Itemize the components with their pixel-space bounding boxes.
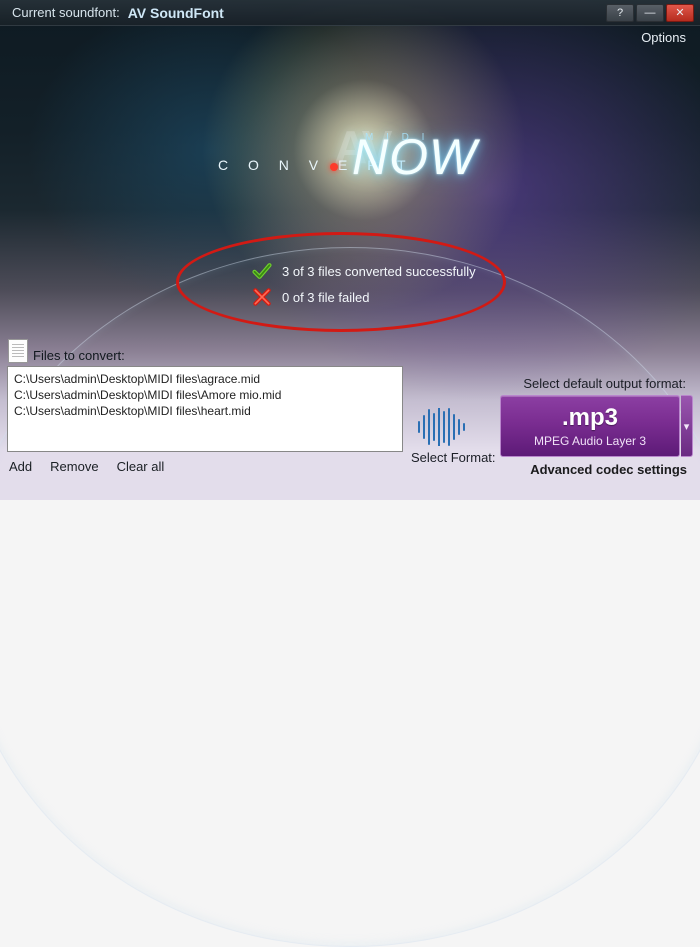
logo-now: NOW xyxy=(352,128,477,186)
remove-button[interactable]: Remove xyxy=(50,459,98,474)
format-description: MPEG Audio Layer 3 xyxy=(534,434,646,448)
logo-convert: C O N V E R T xyxy=(218,157,414,173)
minimize-button[interactable]: — xyxy=(636,4,664,22)
logo-dot-icon xyxy=(330,163,338,171)
files-to-convert-label: Files to convert: xyxy=(33,348,125,363)
files-list[interactable]: C:\Users\admin\Desktop\MIDI files\agrace… xyxy=(7,366,403,452)
format-extension: .mp3 xyxy=(562,404,618,432)
format-dropdown-arrow[interactable] xyxy=(681,395,693,457)
titlebar: Current soundfont: AV SoundFont ? — ✕ xyxy=(0,0,700,26)
status-failed-text: 0 of 3 file failed xyxy=(282,290,369,305)
app-window: Current soundfont: AV SoundFont ? — ✕ Op… xyxy=(0,0,700,500)
help-button[interactable]: ? xyxy=(606,4,634,22)
output-format-selector[interactable]: .mp3 MPEG Audio Layer 3 xyxy=(500,395,680,457)
clear-all-button[interactable]: Clear all xyxy=(117,459,165,474)
status-success-line: 3 of 3 files converted successfully xyxy=(252,258,476,284)
status-block: 3 of 3 files converted successfully 0 of… xyxy=(252,258,476,310)
file-actions: Add Remove Clear all xyxy=(9,459,164,474)
soundfont-label: Current soundfont: xyxy=(12,5,120,20)
advanced-codec-settings-link[interactable]: Advanced codec settings xyxy=(530,462,687,477)
close-button[interactable]: ✕ xyxy=(666,4,694,22)
list-item[interactable]: C:\Users\admin\Desktop\MIDI files\Amore … xyxy=(14,387,396,403)
soundfont-value: AV SoundFont xyxy=(128,5,224,21)
document-icon xyxy=(8,339,28,363)
list-item[interactable]: C:\Users\admin\Desktop\MIDI files\heart.… xyxy=(14,403,396,419)
status-failed-line: 0 of 3 file failed xyxy=(252,284,476,310)
list-item[interactable]: C:\Users\admin\Desktop\MIDI files\agrace… xyxy=(14,371,396,387)
logo-av: AV xyxy=(334,120,391,174)
add-button[interactable]: Add xyxy=(9,459,32,474)
options-link[interactable]: Options xyxy=(641,30,686,45)
status-success-text: 3 of 3 files converted successfully xyxy=(282,264,476,279)
waveform-icon xyxy=(415,408,467,446)
cross-icon xyxy=(252,287,272,307)
logo-midi: M I D I xyxy=(365,132,429,143)
select-format-label: Select Format: xyxy=(411,450,496,465)
default-output-format-label: Select default output format: xyxy=(523,376,686,391)
checkmark-icon xyxy=(252,261,272,281)
